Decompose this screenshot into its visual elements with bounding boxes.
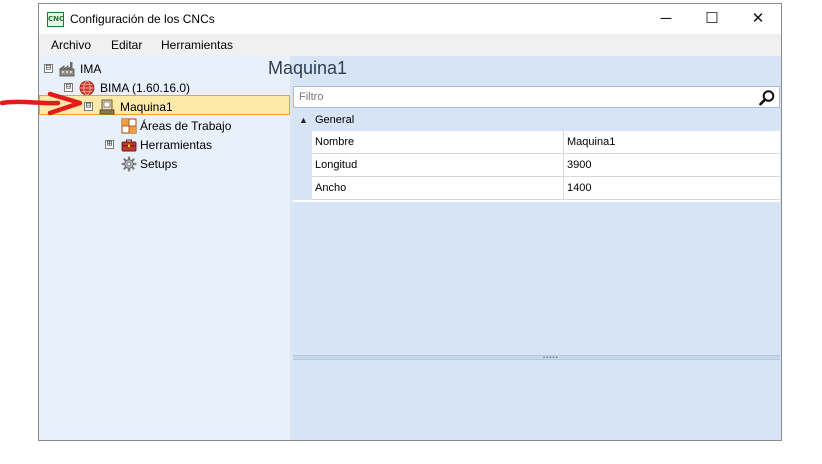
tree-label-setups: Setups <box>140 157 178 171</box>
window-title: Configuración de los CNCs <box>70 12 215 26</box>
row-gutter <box>293 177 312 200</box>
factory-icon <box>59 62 75 77</box>
menu-herramientas[interactable]: Herramientas <box>161 38 233 52</box>
gear-icon <box>121 156 137 172</box>
property-name: Ancho <box>312 177 564 200</box>
app-window: CNC Configuración de los CNCs ─ ☐ ✕ Arch… <box>38 3 782 441</box>
tree-item-setups[interactable]: Setups <box>39 155 290 173</box>
property-name: Longitud <box>312 154 564 177</box>
title-bar[interactable]: CNC Configuración de los CNCs ─ ☐ ✕ <box>39 4 781 34</box>
property-name: Nombre <box>312 131 564 154</box>
tree-item-areas[interactable]: Áreas de Trabajo <box>39 117 290 135</box>
property-value[interactable]: 1400 <box>564 177 780 200</box>
tree-item-herramientas[interactable]: ⊞ Herramientas <box>39 136 290 154</box>
property-value[interactable]: 3900 <box>564 154 780 177</box>
minimize-button[interactable]: ─ <box>643 4 689 34</box>
property-grid: ▲ General Nombre Maquina1 Longitud 3900 … <box>293 110 780 202</box>
collapse-category-icon[interactable]: ▲ <box>299 115 308 125</box>
category-general[interactable]: ▲ General <box>293 110 780 131</box>
filter-placeholder: Filtro <box>299 91 324 103</box>
tree-label-ima: IMA <box>80 62 102 76</box>
search-icon[interactable] <box>758 89 776 107</box>
tree-label-herramientas: Herramientas <box>140 138 213 152</box>
tree-label-areas: Áreas de Trabajo <box>140 119 232 133</box>
menu-archivo[interactable]: Archivo <box>51 38 91 52</box>
machine-icon <box>99 99 115 115</box>
tree-label-bima: BIMA (1.60.16.0) <box>100 81 191 95</box>
property-row[interactable]: Ancho 1400 <box>293 177 780 200</box>
expand-icon[interactable]: ⊞ <box>105 140 114 149</box>
toolbox-icon <box>121 139 137 152</box>
collapse-icon[interactable]: ⊟ <box>84 102 93 111</box>
tree-item-ima[interactable]: ⊟ IMA <box>39 60 290 78</box>
close-button[interactable]: ✕ <box>735 4 781 34</box>
row-gutter <box>293 154 312 177</box>
menu-editar[interactable]: Editar <box>111 38 142 52</box>
horizontal-splitter[interactable]: ▪▪▪▪▪ <box>293 355 780 361</box>
collapse-icon[interactable]: ⊟ <box>44 64 53 73</box>
cnc-app-icon: CNC <box>47 12 64 27</box>
work-area-icon <box>121 118 137 134</box>
category-label: General <box>315 114 355 126</box>
red-arrow-annotation <box>0 91 82 116</box>
filter-input[interactable]: Filtro <box>293 86 780 108</box>
menu-bar: Archivo Editar Herramientas <box>39 34 781 56</box>
property-row[interactable]: Nombre Maquina1 <box>293 131 780 154</box>
property-value[interactable]: Maquina1 <box>564 131 780 154</box>
panel-title: Maquina1 <box>268 58 348 78</box>
maximize-button[interactable]: ☐ <box>689 4 735 34</box>
splitter-grip-icon: ▪▪▪▪▪ <box>543 355 559 361</box>
row-gutter <box>293 131 312 154</box>
tree-label-maquina1: Maquina1 <box>120 100 173 114</box>
property-row[interactable]: Longitud 3900 <box>293 154 780 177</box>
